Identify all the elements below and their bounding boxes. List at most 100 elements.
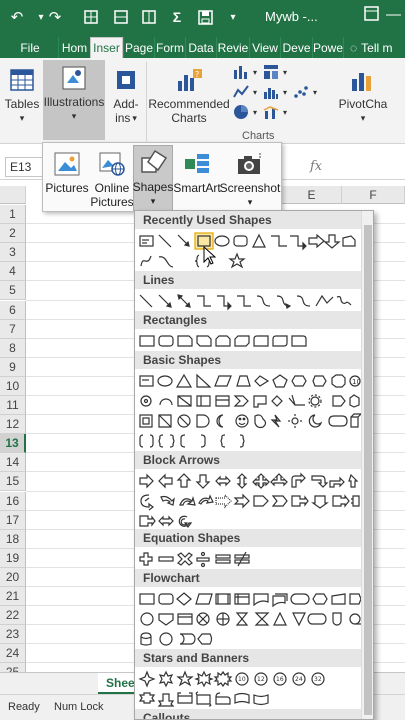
combo-chart-dropdown-icon[interactable]: ▾ bbox=[280, 106, 290, 120]
pivotchart-button[interactable]: PivotCha ▾ bbox=[322, 62, 404, 128]
row-header[interactable]: 3 bbox=[0, 243, 26, 263]
column-header-e[interactable]: E bbox=[282, 186, 342, 204]
row-header[interactable]: 4 bbox=[0, 262, 26, 282]
line-chart-dropdown-icon[interactable]: ▾ bbox=[250, 86, 260, 100]
row-header[interactable]: 8 bbox=[0, 338, 26, 358]
combo-chart-icon[interactable] bbox=[262, 104, 280, 122]
row-header[interactable]: 9 bbox=[0, 357, 26, 377]
rectangles-row[interactable] bbox=[137, 331, 361, 351]
hierarchy-chart-icon[interactable] bbox=[262, 64, 280, 82]
row-header[interactable]: 5 bbox=[0, 281, 26, 301]
column-header-f[interactable]: F bbox=[342, 186, 405, 204]
recent-shapes-row-1[interactable] bbox=[137, 231, 361, 251]
row-header[interactable]: 21 bbox=[0, 587, 26, 606]
save-icon[interactable] bbox=[194, 6, 216, 28]
recent-shapes-row-2[interactable] bbox=[137, 251, 361, 271]
row-header[interactable]: 18 bbox=[0, 529, 26, 549]
pie-chart-icon[interactable] bbox=[232, 104, 250, 122]
tab-file[interactable]: File bbox=[14, 37, 46, 58]
lines-row[interactable] bbox=[137, 291, 361, 311]
screenshot-dropdown-icon: ▾ bbox=[247, 197, 253, 207]
addins-label-line2-row: ins ▾ bbox=[115, 111, 137, 125]
statistic-chart-icon[interactable] bbox=[262, 84, 280, 102]
row-header[interactable]: 20 bbox=[0, 567, 26, 587]
sum-icon[interactable]: Σ bbox=[166, 6, 188, 28]
stars-row-1[interactable]: 10 12 16 24 32 bbox=[137, 669, 361, 689]
format-cells-icon[interactable] bbox=[138, 6, 160, 28]
row-header[interactable]: 15 bbox=[0, 472, 26, 492]
svg-text:32: 32 bbox=[314, 676, 322, 683]
tab-home[interactable]: Hom bbox=[58, 37, 90, 58]
tables-button[interactable]: Tables ▾ bbox=[3, 62, 41, 128]
equation-shapes-row[interactable] bbox=[137, 549, 361, 569]
row-header[interactable]: 11 bbox=[0, 396, 26, 415]
line-chart-icon[interactable] bbox=[232, 84, 250, 102]
row-header[interactable]: 10 bbox=[0, 376, 26, 396]
redo-icon[interactable]: ↷ bbox=[44, 6, 66, 28]
row-header[interactable]: 22 bbox=[0, 606, 26, 626]
tab-view[interactable]: View bbox=[249, 37, 280, 58]
tab-developer[interactable]: Deve bbox=[280, 37, 312, 58]
basic-shapes-row-2[interactable] bbox=[137, 391, 361, 411]
pie-chart-dropdown-icon[interactable]: ▾ bbox=[250, 106, 260, 120]
banners-row[interactable] bbox=[137, 689, 361, 709]
tab-data[interactable]: Data bbox=[185, 37, 216, 58]
row-header[interactable]: 2 bbox=[0, 224, 26, 244]
undo-icon[interactable]: ↶ bbox=[6, 6, 28, 28]
illustrations-button[interactable]: Illustrations ▾ bbox=[43, 60, 105, 140]
account-icon[interactable] bbox=[364, 6, 379, 25]
customize-toolbar-icon[interactable]: ▾ bbox=[222, 6, 244, 28]
scatter-chart-dropdown-icon[interactable]: ▾ bbox=[310, 86, 320, 100]
select-all-corner[interactable] bbox=[0, 186, 26, 204]
pictures-button[interactable]: Pictures bbox=[45, 147, 89, 209]
scrollbar-thumb[interactable] bbox=[364, 225, 372, 715]
screenshot-button[interactable]: Screenshot ▾ bbox=[220, 147, 280, 211]
section-flowchart: Flowchart bbox=[135, 569, 361, 587]
row-header[interactable]: 17 bbox=[0, 510, 26, 530]
block-arrows-row-1[interactable] bbox=[137, 471, 361, 491]
recommended-charts-label-line1: Recommended bbox=[148, 97, 230, 111]
tab-page-layout[interactable]: Page bbox=[123, 37, 154, 58]
row-header[interactable]: 7 bbox=[0, 319, 26, 339]
row-header[interactable]: 1 bbox=[0, 205, 26, 224]
row-header[interactable]: 6 bbox=[0, 300, 26, 320]
row-header[interactable]: 16 bbox=[0, 491, 26, 511]
table-grid-icon[interactable] bbox=[80, 6, 102, 28]
hierarchy-chart-dropdown-icon[interactable]: ▾ bbox=[280, 66, 290, 80]
flowchart-row-3[interactable] bbox=[137, 629, 361, 649]
shapes-gallery-scrollbar[interactable] bbox=[361, 211, 373, 719]
basic-shapes-row-3[interactable] bbox=[137, 411, 361, 431]
borders-icon[interactable] bbox=[110, 6, 132, 28]
addins-button[interactable]: Add- ins ▾ bbox=[108, 62, 144, 128]
flowchart-row-1[interactable] bbox=[137, 589, 361, 609]
tab-review[interactable]: Revie bbox=[216, 37, 249, 58]
row-header[interactable]: 23 bbox=[0, 625, 26, 645]
online-pictures-button[interactable]: Online Pictures bbox=[90, 147, 134, 211]
column-chart-dropdown-icon[interactable]: ▾ bbox=[250, 66, 260, 80]
insert-function-icon[interactable]: fx bbox=[310, 159, 322, 174]
tab-power-pivot[interactable]: Powe bbox=[312, 37, 343, 58]
basic-shapes-row-1[interactable]: 10 bbox=[137, 371, 361, 391]
tab-formulas[interactable]: Form bbox=[154, 37, 185, 58]
shapes-button[interactable]: Shapes ▾ bbox=[133, 145, 173, 211]
row-header[interactable]: 13 bbox=[0, 434, 26, 454]
row-header[interactable]: 12 bbox=[0, 415, 26, 435]
block-arrows-row-2[interactable] bbox=[137, 491, 361, 511]
statistic-chart-dropdown-icon[interactable]: ▾ bbox=[280, 86, 290, 100]
tell-me-search[interactable]: ◌ Tell m bbox=[343, 37, 405, 58]
illustrations-dropdown: Pictures Online Pictures Shapes ▾ SmartA… bbox=[42, 142, 282, 212]
block-arrows-row-3[interactable] bbox=[137, 511, 361, 531]
flowchart-row-2[interactable] bbox=[137, 609, 361, 629]
column-chart-icon[interactable] bbox=[232, 64, 250, 82]
recommended-charts-button[interactable]: ? Recommended Charts bbox=[148, 62, 230, 128]
smartart-button[interactable]: SmartArt bbox=[173, 147, 221, 209]
minimize-icon[interactable]: — bbox=[386, 6, 401, 23]
row-header[interactable]: 14 bbox=[0, 453, 26, 473]
tab-insert[interactable]: Inser bbox=[90, 37, 123, 58]
pivotchart-dropdown-icon: ▾ bbox=[360, 113, 366, 123]
scatter-chart-icon[interactable] bbox=[292, 84, 310, 102]
window-title: Mywb -... bbox=[265, 9, 318, 24]
row-header[interactable]: 19 bbox=[0, 548, 26, 568]
basic-shapes-row-4[interactable] bbox=[137, 431, 361, 451]
row-header[interactable]: 24 bbox=[0, 644, 26, 664]
